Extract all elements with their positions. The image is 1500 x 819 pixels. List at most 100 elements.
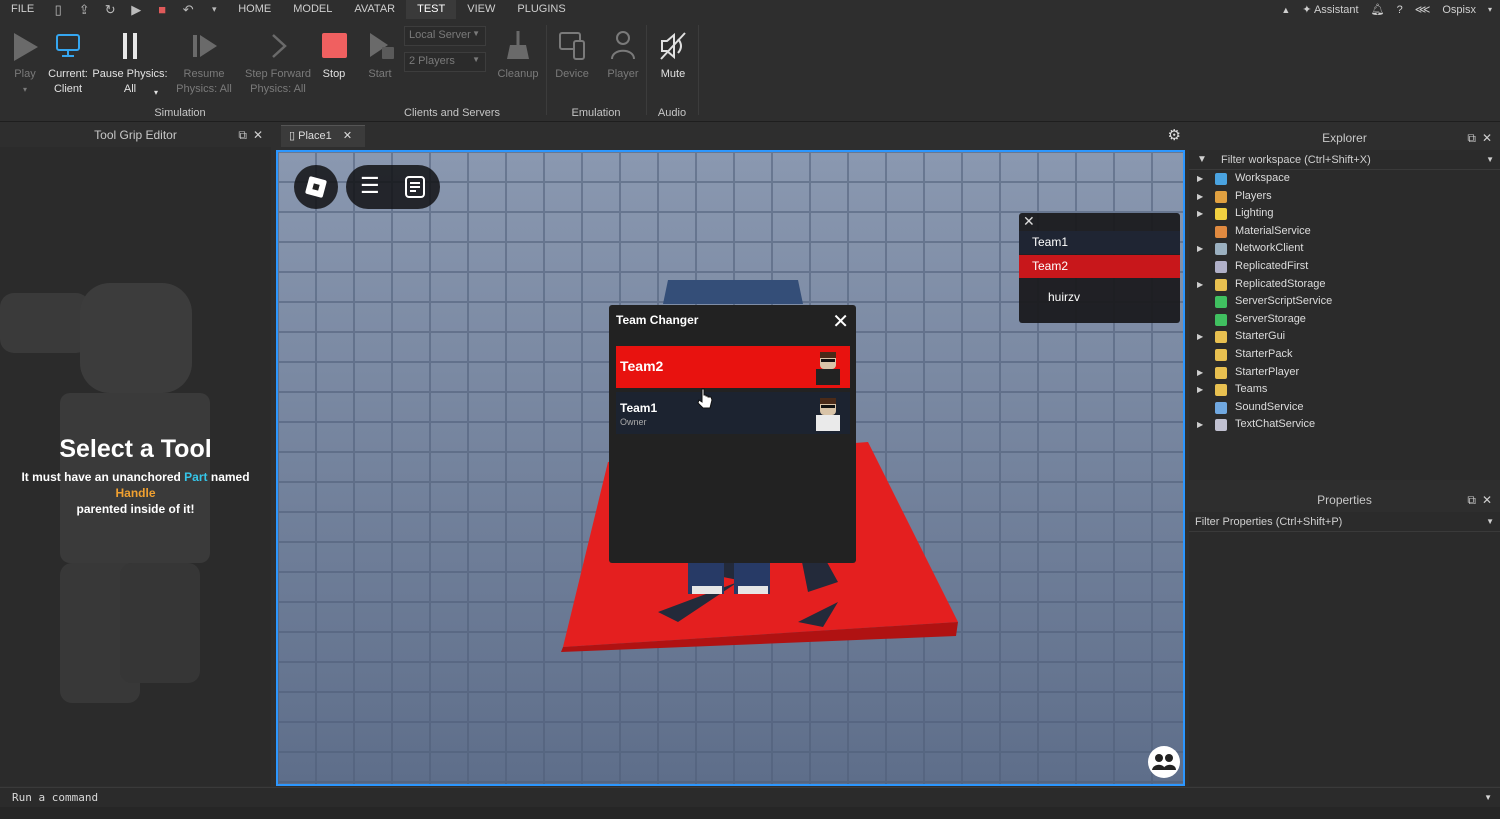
- players-count-dropdown[interactable]: 2 Players ▼: [404, 52, 486, 72]
- ribbon-divider: [646, 25, 647, 115]
- undo-icon[interactable]: ↶: [175, 2, 201, 18]
- roblox-logo-icon: [305, 176, 327, 198]
- command-bar-placeholder: Run a command: [12, 791, 99, 804]
- tab-avatar[interactable]: AVATAR: [343, 0, 406, 19]
- undock-icon[interactable]: ⧉: [1467, 488, 1476, 512]
- cleanup-button[interactable]: Cleanup: [496, 27, 540, 82]
- close-tab-icon[interactable]: ✕: [343, 130, 352, 142]
- mute-button[interactable]: Mute: [654, 27, 692, 82]
- viewport-settings-icon[interactable]: ⚙: [1168, 126, 1181, 144]
- resume-icon: [193, 35, 217, 57]
- tab-view[interactable]: VIEW: [456, 0, 506, 19]
- close-icon[interactable]: ✕: [1482, 126, 1492, 150]
- filter-icon[interactable]: ▼: [1197, 150, 1207, 170]
- roblox-menu-button[interactable]: [294, 165, 338, 209]
- expand-caret-icon[interactable]: ▶: [1197, 364, 1203, 381]
- expand-caret-icon[interactable]: ▶: [1197, 188, 1203, 205]
- tab-test[interactable]: TEST: [406, 0, 457, 19]
- tab-model[interactable]: MODEL: [282, 0, 343, 19]
- hamburger-menu-icon[interactable]: ☰: [360, 173, 380, 199]
- pause-physics-dropdown-icon[interactable]: ▾: [154, 85, 158, 100]
- notifications-icon[interactable]: 🔔︎: [1371, 3, 1385, 16]
- leaderboard-player-row[interactable]: huirzv: [1019, 286, 1180, 309]
- collapse-ribbon-icon[interactable]: ▲: [1281, 5, 1290, 15]
- stop-quick-icon[interactable]: ■: [149, 2, 175, 17]
- expand-caret-icon[interactable]: ▶: [1197, 276, 1203, 293]
- status-strip: [0, 807, 1500, 819]
- undock-icon[interactable]: ⧉: [238, 123, 247, 147]
- user-menu-chevron-icon[interactable]: ▾: [1488, 5, 1492, 14]
- friends-button[interactable]: [1148, 746, 1180, 778]
- command-bar-dropdown-icon[interactable]: ▼: [1484, 788, 1492, 808]
- explorer-item-label: ServerScriptService: [1235, 295, 1333, 308]
- pause-physics-label: Pause Physics:: [92, 68, 168, 80]
- play-quick-icon[interactable]: ▶: [123, 2, 149, 18]
- replicated-first-icon: [1215, 261, 1227, 273]
- undock-icon[interactable]: ⧉: [1467, 126, 1476, 150]
- current-client-button[interactable]: Current: Client: [44, 27, 92, 97]
- team-subtitle: Owner: [620, 417, 647, 427]
- redo-icon[interactable]: ↻: [97, 2, 123, 18]
- expand-caret-icon[interactable]: ▶: [1197, 240, 1203, 257]
- team-name: Team2: [620, 358, 664, 374]
- teams-icon: [1215, 384, 1227, 397]
- server-dropdown-chevron-icon: ▼: [472, 29, 480, 38]
- close-icon[interactable]: ✕: [253, 123, 263, 147]
- help-icon[interactable]: ?: [1397, 4, 1403, 16]
- start-button[interactable]: Start: [362, 27, 398, 82]
- server-type-dropdown[interactable]: Local Server ▼: [404, 26, 486, 46]
- 3d-viewport[interactable]: ☰ Team Changer ✕ Team2 Team1 Owner ✕ Tea…: [276, 150, 1185, 786]
- simulation-group-label: Simulation: [154, 107, 206, 119]
- team-option-team1[interactable]: Team1 Owner: [616, 392, 850, 434]
- tab-plugins[interactable]: PLUGINS: [506, 0, 576, 19]
- broom-icon: [507, 31, 529, 59]
- explorer-filter-input[interactable]: ▼ Filter workspace (Ctrl+Shift+X) ▼: [1189, 150, 1500, 170]
- chat-icon[interactable]: [404, 175, 428, 199]
- team-changer-title: Team Changer: [616, 313, 699, 327]
- filter-dropdown-icon[interactable]: ▼: [1486, 512, 1494, 532]
- properties-filter-input[interactable]: Filter Properties (Ctrl+Shift+P) ▼: [1189, 512, 1500, 532]
- stop-button[interactable]: Stop: [318, 27, 350, 82]
- current-client-label: Current:: [48, 68, 88, 80]
- command-bar[interactable]: Run a command ▼: [0, 787, 1500, 807]
- players-icon: [1215, 190, 1227, 203]
- friends-icon: [1152, 754, 1176, 770]
- share-icon[interactable]: ⋘: [1415, 3, 1431, 16]
- new-file-icon[interactable]: ▯: [45, 2, 71, 18]
- play-button[interactable]: Play ▾: [8, 27, 42, 97]
- start-server-icon: [370, 33, 394, 59]
- assistant-button[interactable]: ✦ Assistant: [1302, 3, 1358, 16]
- desc-handle-keyword: Handle: [115, 486, 156, 500]
- sound-service-icon: [1215, 401, 1227, 414]
- close-icon[interactable]: ✕: [832, 309, 849, 334]
- expand-caret-icon[interactable]: ▶: [1197, 381, 1203, 398]
- explorer-item-label: ReplicatedStorage: [1235, 277, 1326, 290]
- clients-servers-group-label: Clients and Servers: [404, 107, 500, 119]
- device-button[interactable]: Device: [553, 27, 591, 82]
- quick-access-dropdown-icon[interactable]: ▾: [201, 4, 227, 15]
- user-menu[interactable]: Ospisx: [1442, 4, 1476, 16]
- network-client-icon: [1215, 243, 1227, 256]
- mute-label: Mute: [660, 68, 686, 80]
- player-button[interactable]: Player: [604, 27, 642, 82]
- expand-caret-icon[interactable]: ▶: [1197, 416, 1203, 433]
- pause-physics-value: All: [123, 83, 137, 95]
- file-menu[interactable]: FILE: [0, 0, 45, 19]
- tool-grip-editor-header: Tool Grip Editor ⧉ ✕: [0, 123, 271, 147]
- resume-physics-button[interactable]: Resume Physics: All: [172, 27, 236, 97]
- tab-place1[interactable]: ▯ Place1 ✕: [281, 125, 365, 147]
- expand-caret-icon[interactable]: ▶: [1197, 170, 1203, 187]
- close-icon[interactable]: ✕: [1023, 213, 1035, 230]
- close-icon[interactable]: ✕: [1482, 488, 1492, 512]
- expand-caret-icon[interactable]: ▶: [1197, 205, 1203, 222]
- leaderboard-team-row: Team2: [1019, 255, 1180, 278]
- team-option-team2[interactable]: Team2: [616, 346, 850, 388]
- publish-icon[interactable]: ⇪: [71, 2, 97, 18]
- expand-caret-icon[interactable]: ▶: [1197, 328, 1203, 345]
- step-forward-button[interactable]: Step Forward Physics: All: [242, 27, 314, 97]
- tab-home[interactable]: HOME: [227, 0, 282, 19]
- pause-physics-button[interactable]: Pause Physics: All ▾: [92, 27, 168, 97]
- filter-dropdown-icon[interactable]: ▼: [1486, 150, 1494, 170]
- current-client-value: Client: [53, 83, 83, 95]
- play-dropdown-icon[interactable]: ▾: [23, 85, 27, 94]
